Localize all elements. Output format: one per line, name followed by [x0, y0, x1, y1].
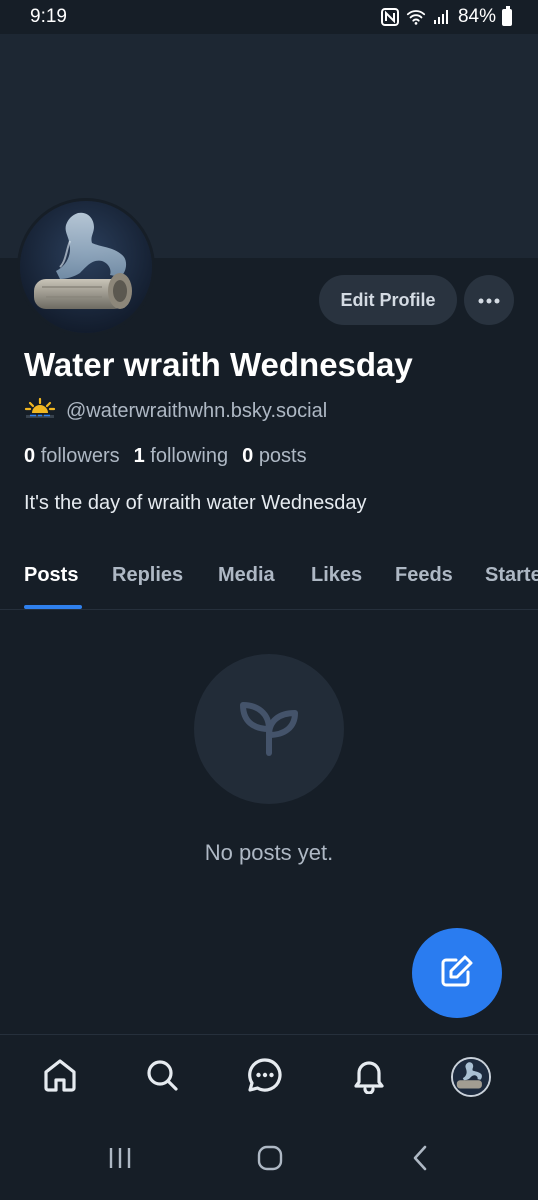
profile-avatar[interactable]: [17, 198, 155, 336]
nav-search-button[interactable]: [140, 1055, 184, 1099]
profile-handle-row: @waterwraithwhn.bsky.social: [24, 396, 327, 426]
tab-replies[interactable]: Replies: [112, 564, 183, 587]
tab-media[interactable]: Media: [218, 564, 275, 587]
profile-avatar-small: [451, 1057, 491, 1097]
tab-posts[interactable]: Posts: [24, 564, 78, 587]
profile-display-name: Water wraith Wednesday: [24, 346, 413, 383]
profile-tabs: Posts Replies Media Likes Feeds Starte: [0, 552, 538, 610]
system-back-button[interactable]: [400, 1140, 440, 1180]
compose-icon: [438, 952, 476, 995]
empty-state-badge: [194, 654, 344, 804]
tab-starter-packs[interactable]: Starte: [485, 564, 538, 587]
recents-icon: [107, 1146, 133, 1175]
following-stat[interactable]: 1 following: [134, 445, 229, 468]
posts-label: posts: [258, 445, 307, 467]
back-icon: [410, 1144, 430, 1177]
sprout-icon: [231, 689, 307, 770]
followers-count: 0: [24, 445, 36, 467]
active-tab-indicator: [24, 605, 82, 609]
nav-profile-button[interactable]: [449, 1055, 493, 1099]
bottom-navigation: [0, 1034, 538, 1120]
posts-stat: 0 posts: [242, 445, 307, 468]
tab-likes[interactable]: Likes: [311, 564, 362, 587]
profile-bio: It's the day of wraith water Wednesday: [24, 492, 367, 514]
system-home-button[interactable]: [250, 1140, 290, 1180]
status-bar: 9:19 84%: [0, 0, 538, 34]
wifi-icon: [406, 7, 426, 27]
compose-post-button[interactable]: [412, 928, 502, 1018]
followers-stat[interactable]: 0 followers: [24, 445, 120, 468]
system-recents-button[interactable]: [100, 1140, 140, 1180]
battery-icon: [502, 5, 512, 26]
following-count: 1: [133, 445, 145, 467]
profile-stats: 0 followers 1 following 0 posts: [24, 445, 307, 468]
home-icon: [41, 1056, 79, 1099]
more-options-button[interactable]: [464, 275, 514, 325]
following-label: following: [150, 445, 229, 467]
profile-handle[interactable]: @waterwraithwhn.bsky.social: [66, 400, 327, 423]
home-circle-icon: [256, 1144, 284, 1177]
sunrise-icon: [24, 397, 56, 425]
posts-count: 0: [242, 445, 254, 467]
tab-feeds[interactable]: Feeds: [395, 564, 453, 587]
nfc-icon: [380, 7, 400, 27]
edit-profile-button[interactable]: Edit Profile: [319, 275, 457, 325]
signal-icon: [432, 7, 452, 27]
system-navigation-bar: [0, 1120, 538, 1200]
followers-label: followers: [40, 445, 120, 467]
bell-icon: [350, 1056, 388, 1099]
ellipsis-icon: [478, 291, 500, 309]
nav-home-button[interactable]: [38, 1055, 82, 1099]
nav-chat-button[interactable]: [243, 1055, 287, 1099]
status-time: 9:19: [30, 6, 67, 27]
chat-icon: [246, 1056, 284, 1099]
search-icon: [143, 1056, 181, 1099]
status-icons: 84%: [380, 5, 512, 28]
nav-notifications-button[interactable]: [347, 1055, 391, 1099]
empty-state-text: No posts yet.: [204, 840, 334, 865]
battery-percent: 84%: [457, 6, 496, 27]
